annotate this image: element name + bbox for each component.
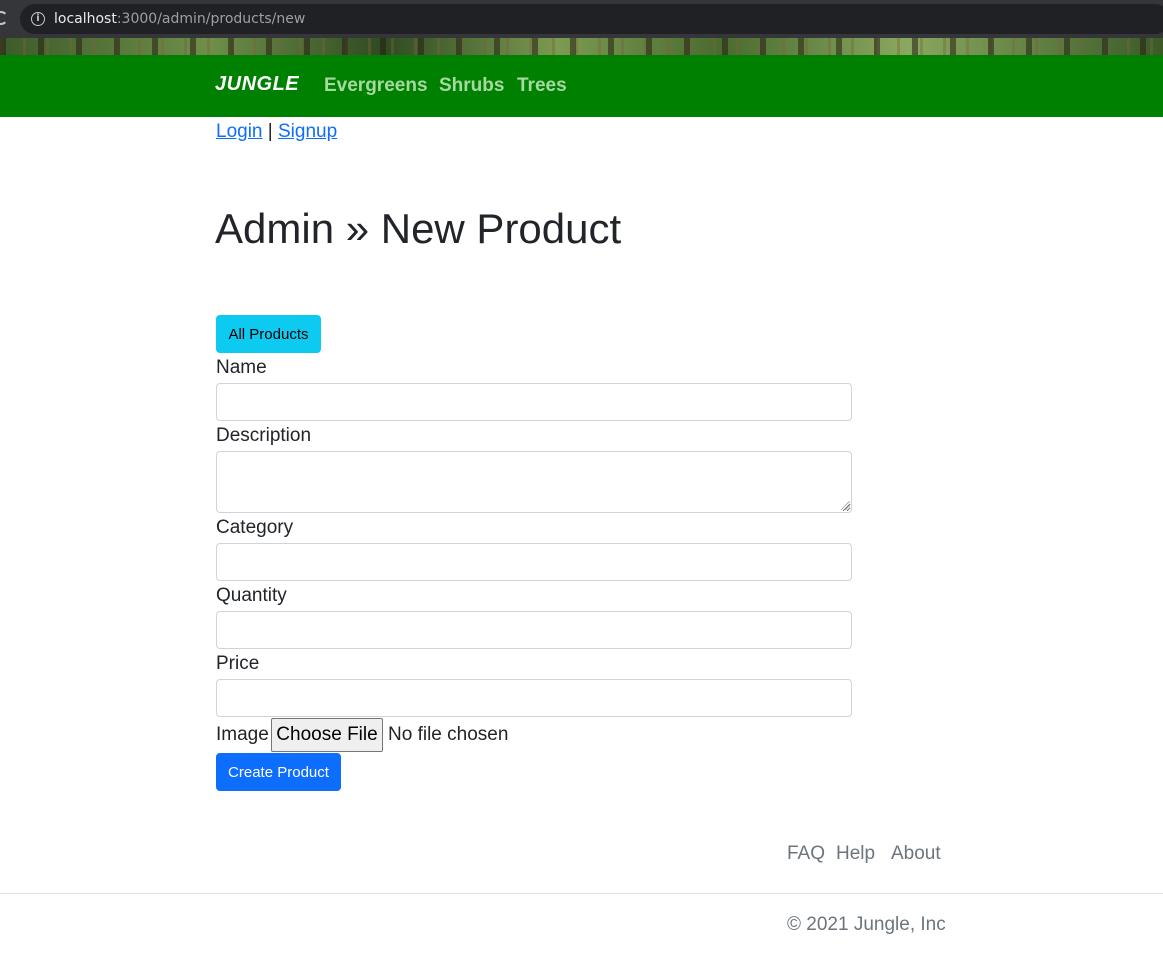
nav-link-shrubs[interactable]: Shrubs — [439, 75, 504, 97]
resize-grip-icon[interactable] — [841, 501, 850, 510]
category-input[interactable] — [216, 543, 852, 581]
price-input[interactable] — [216, 679, 852, 717]
name-input[interactable] — [216, 383, 852, 421]
url-bar[interactable]: i localhost:3000/admin/products/new — [20, 4, 1163, 34]
auth-separator: | — [267, 121, 273, 142]
name-label: Name — [216, 357, 267, 378]
image-label: Image — [216, 724, 269, 745]
auth-links: Login | Signup — [216, 121, 337, 143]
signup-link[interactable]: Signup — [278, 121, 337, 142]
forest-banner-image — [0, 38, 1163, 55]
description-label: Description — [216, 425, 312, 446]
footer-link-help[interactable]: Help — [836, 843, 875, 865]
all-products-button[interactable]: All Products — [216, 315, 321, 353]
top-navbar: JUNGLE Evergreens Shrubs Trees — [0, 55, 1163, 117]
footer-link-about[interactable]: About — [891, 843, 941, 865]
quantity-input[interactable] — [216, 611, 852, 649]
reload-icon[interactable] — [0, 11, 8, 25]
choose-file-button[interactable]: Choose File — [271, 718, 383, 752]
url-text[interactable]: localhost:3000/admin/products/new — [54, 11, 305, 27]
copyright-text: © 2021 Jungle, Inc — [787, 914, 946, 935]
description-textarea[interactable] — [216, 451, 852, 513]
nav-link-evergreens[interactable]: Evergreens — [324, 75, 428, 97]
url-path: :3000/admin/products/new — [116, 11, 306, 27]
brand-logo[interactable]: JUNGLE — [215, 73, 299, 96]
info-icon[interactable]: i — [31, 12, 45, 26]
footer-link-faq[interactable]: FAQ — [787, 843, 825, 865]
nav-link-trees[interactable]: Trees — [517, 75, 567, 97]
create-product-button[interactable]: Create Product — [216, 753, 341, 791]
page-title: Admin » New Product — [215, 205, 622, 252]
price-label: Price — [216, 653, 260, 674]
url-host: localhost — [54, 11, 117, 27]
file-status-text: No file chosen — [388, 724, 509, 745]
quantity-label: Quantity — [216, 585, 287, 606]
login-link[interactable]: Login — [216, 121, 263, 142]
browser-address-bar: i localhost:3000/admin/products/new — [0, 0, 1163, 38]
footer-divider — [0, 893, 1163, 894]
category-label: Category — [216, 517, 294, 538]
